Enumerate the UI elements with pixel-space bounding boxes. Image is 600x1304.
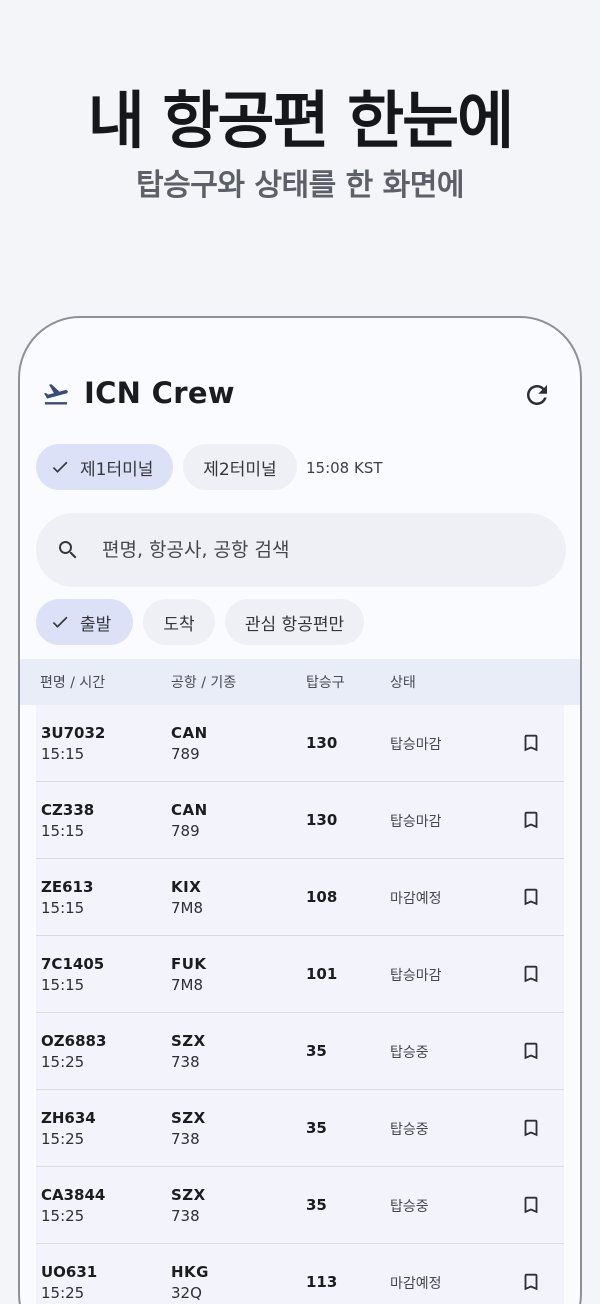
check-icon — [52, 616, 68, 628]
search-bar[interactable] — [36, 513, 566, 587]
refresh-icon[interactable] — [522, 380, 552, 410]
chip-terminal-2-label: 제2터미널 — [203, 459, 277, 480]
aircraft-type: 738 — [171, 1207, 200, 1225]
bookmark-icon[interactable] — [520, 1039, 542, 1063]
search-input[interactable] — [102, 513, 542, 587]
gate-number: 113 — [306, 1273, 338, 1291]
bookmark-icon[interactable] — [520, 962, 542, 986]
chip-terminal-1-label: 제1터미널 — [80, 459, 154, 480]
flight-status: 탑승마감 — [390, 968, 442, 984]
check-icon — [52, 461, 68, 473]
gate-number: 130 — [306, 811, 338, 829]
flight-list: 3U7032 15:15 CAN 789 130 탑승마감 CZ338 15:1… — [36, 705, 564, 1304]
gate-number: 35 — [306, 1119, 327, 1137]
promo-title: 내 항공편 한눈에 — [87, 84, 514, 157]
bookmark-icon[interactable] — [520, 731, 542, 755]
chip-arrival[interactable]: 도착 — [143, 599, 215, 645]
gate-number: 35 — [306, 1042, 327, 1060]
airport-code: SZX — [171, 1109, 206, 1127]
airport-code: CAN — [171, 724, 208, 742]
airport-code: SZX — [171, 1032, 206, 1050]
flight-time: 15:25 — [41, 1130, 85, 1148]
table-row[interactable]: ZE613 15:15 KIX 7M8 108 마감예정 — [36, 859, 564, 936]
chip-watchlist-label: 관심 항공편만 — [244, 614, 345, 635]
promo-subtitle: 탑승구와 상태를 한 화면에 — [136, 168, 464, 203]
bookmark-icon[interactable] — [520, 1270, 542, 1294]
flight-number: ZH634 — [41, 1109, 96, 1127]
airport-code: FUK — [171, 955, 207, 973]
header-gate: 탑승구 — [306, 675, 345, 691]
chip-terminal-1[interactable]: 제1터미널 — [36, 444, 173, 490]
flight-status: 탑승마감 — [390, 737, 442, 753]
flight-number: 3U7032 — [41, 724, 106, 742]
flight-status: 마감예정 — [390, 1276, 442, 1292]
header-airport-type: 공항 / 기종 — [171, 675, 237, 691]
clock-readout: 15:08 KST — [306, 459, 383, 477]
table-row[interactable]: 7C1405 15:15 FUK 7M8 101 탑승마감 — [36, 936, 564, 1013]
flight-status: 탑승중 — [390, 1199, 429, 1215]
bookmark-icon[interactable] — [520, 808, 542, 832]
flight-time: 15:15 — [41, 899, 85, 917]
flight-number: OZ6883 — [41, 1032, 107, 1050]
bookmark-icon[interactable] — [520, 1116, 542, 1140]
flight-status: 탑승마감 — [390, 814, 442, 830]
flight-time: 15:25 — [41, 1053, 85, 1071]
flight-status: 탑승중 — [390, 1122, 429, 1138]
bookmark-icon[interactable] — [520, 885, 542, 909]
airport-code: CAN — [171, 801, 208, 819]
flight-number: UO631 — [41, 1263, 98, 1281]
gate-number: 101 — [306, 965, 338, 983]
phone-frame: ICN Crew 제1터미널 제2터미널 15:08 KST 출발 도착 관심 … — [18, 316, 582, 1304]
header-status: 상태 — [390, 675, 416, 691]
search-icon — [59, 541, 77, 559]
chip-terminal-2[interactable]: 제2터미널 — [183, 444, 297, 490]
aircraft-type: 7M8 — [171, 976, 204, 994]
aircraft-type: 789 — [171, 745, 200, 763]
flight-time: 15:25 — [41, 1207, 85, 1225]
flight-time: 15:15 — [41, 976, 85, 994]
flight-time: 15:25 — [41, 1284, 85, 1302]
flight-status: 마감예정 — [390, 891, 442, 907]
aircraft-type: 789 — [171, 822, 200, 840]
airport-code: SZX — [171, 1186, 206, 1204]
flight-time: 15:15 — [41, 745, 85, 763]
flight-takeoff-icon — [44, 384, 68, 405]
gate-number: 130 — [306, 734, 338, 752]
table-row[interactable]: CA3844 15:25 SZX 738 35 탑승중 — [36, 1167, 564, 1244]
chip-arrival-label: 도착 — [163, 614, 195, 635]
table-row[interactable]: ZH634 15:25 SZX 738 35 탑승중 — [36, 1090, 564, 1167]
aircraft-type: 738 — [171, 1053, 200, 1071]
aircraft-type: 7M8 — [171, 899, 204, 917]
bookmark-icon[interactable] — [520, 1193, 542, 1217]
gate-number: 108 — [306, 888, 338, 906]
chip-watchlist[interactable]: 관심 항공편만 — [225, 599, 364, 645]
aircraft-type: 32Q — [171, 1284, 202, 1302]
header-flight-time: 편명 / 시간 — [40, 675, 106, 691]
chip-departure[interactable]: 출발 — [36, 599, 133, 645]
table-row[interactable]: OZ6883 15:25 SZX 738 35 탑승중 — [36, 1013, 564, 1090]
flight-number: CZ338 — [41, 801, 95, 819]
app-title: ICN Crew — [84, 376, 235, 410]
flight-status: 탑승중 — [390, 1045, 429, 1061]
gate-number: 35 — [306, 1196, 327, 1214]
table-row[interactable]: CZ338 15:15 CAN 789 130 탑승마감 — [36, 782, 564, 859]
app-bar: ICN Crew — [20, 318, 580, 458]
aircraft-type: 738 — [171, 1130, 200, 1148]
table-header: 편명 / 시간 공항 / 기종 탑승구 상태 — [20, 659, 580, 705]
airport-code: HKG — [171, 1263, 209, 1281]
flight-number: 7C1405 — [41, 955, 105, 973]
table-row[interactable]: UO631 15:25 HKG 32Q 113 마감예정 — [36, 1244, 564, 1304]
flight-number: CA3844 — [41, 1186, 106, 1204]
airport-code: KIX — [171, 878, 202, 896]
flight-time: 15:15 — [41, 822, 85, 840]
chip-departure-label: 출발 — [80, 614, 112, 635]
flight-number: ZE613 — [41, 878, 94, 896]
table-row[interactable]: 3U7032 15:15 CAN 789 130 탑승마감 — [36, 705, 564, 782]
